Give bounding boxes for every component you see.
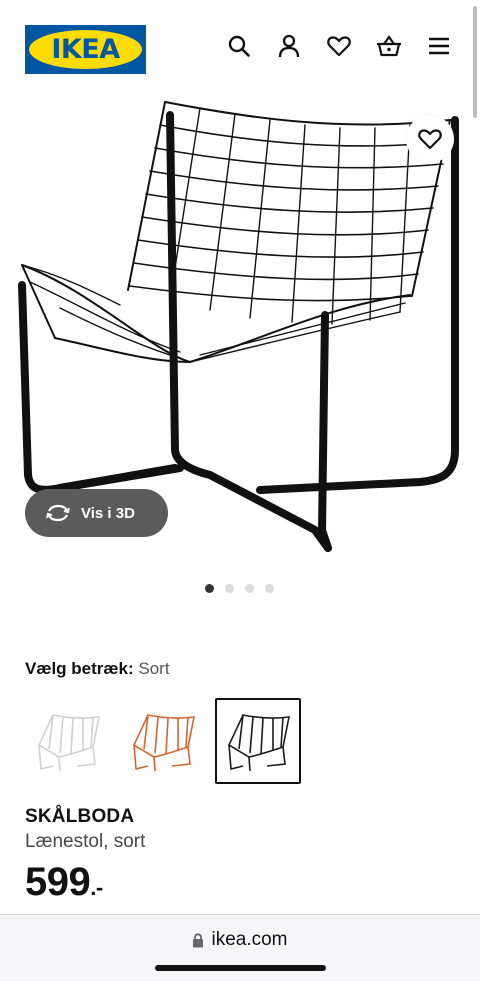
gallery-pagination [205,584,274,593]
gallery-dot[interactable] [205,584,214,593]
browser-address-bar: ikea.com [0,914,480,981]
variant-swatches [25,698,301,784]
price-value: 599 [25,860,91,904]
ikea-logo[interactable]: IKEA [25,25,146,74]
logo-text: IKEA [51,34,120,65]
product-price: 599.- [25,860,103,905]
menu-icon[interactable] [426,33,452,59]
rotate-3d-icon [46,504,70,522]
header-icons [226,33,452,59]
variant-selected-value: Sort [138,659,170,678]
view-in-3d-button[interactable]: Vis i 3D [25,489,168,537]
variant-swatch-sort[interactable] [215,698,301,784]
view-in-3d-label: Vis i 3D [81,504,135,522]
url-text: ikea.com [211,929,288,950]
lock-icon [193,932,204,947]
basket-icon[interactable] [376,33,402,59]
variant-swatch-hvid[interactable] [25,698,111,784]
search-icon[interactable] [226,33,252,59]
heart-icon[interactable] [326,33,352,59]
product-description: Lænestol, sort [25,831,146,852]
gallery-dot[interactable] [265,584,274,593]
gallery-dot[interactable] [225,584,234,593]
price-suffix: .- [90,875,103,900]
variant-selector-label: Vælg betræk: Sort [25,659,170,679]
variant-label-text: Vælg betræk: [25,659,134,678]
add-to-favorites-button[interactable] [406,115,454,163]
variant-swatch-orange[interactable] [120,698,206,784]
user-icon[interactable] [276,33,302,59]
product-name: SKÅLBODA [25,806,135,827]
home-indicator[interactable] [155,965,326,971]
url-field[interactable]: ikea.com [0,929,480,951]
site-header: IKEA [0,0,480,90]
gallery-dot[interactable] [245,584,254,593]
heart-icon [418,129,442,150]
